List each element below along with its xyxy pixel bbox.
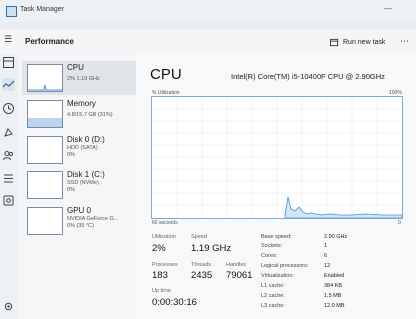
sidebar-item-detail: NVIDIA GeForce G... [67, 216, 119, 222]
sidebar-item-detail: 4.8/15.7 GB (31%) [67, 112, 113, 118]
processes-value: 183 [152, 270, 168, 281]
run-new-task-button[interactable]: Run new task [330, 38, 385, 47]
threads-value: 2435 [191, 270, 213, 281]
run-new-task-label: Run new task [343, 39, 386, 46]
cpu-utilization-graph [151, 96, 403, 219]
run-task-icon [330, 38, 339, 47]
spec-label: Virtualization: [261, 273, 294, 279]
handles-value: 79061 [226, 270, 253, 281]
spec-value: 384 KB [324, 283, 343, 289]
disk-0-thumbnail-graph [27, 136, 63, 164]
sidebar-item-disk-1[interactable]: Disk 1 (C:) SSD (NVMe) 0% [22, 168, 151, 202]
sidebar-item-detail: SSD (NVMe) [67, 180, 99, 186]
graph-canvas [152, 97, 403, 219]
utilization-value: 2% [152, 243, 166, 254]
spec-label: Logical processors: [261, 263, 309, 269]
services-icon[interactable] [2, 194, 15, 207]
app-history-icon[interactable] [2, 102, 15, 115]
spec-value: 2.90 GHz [324, 234, 348, 240]
sidebar-item-gpu-0[interactable]: GPU 0 NVIDIA GeForce G... 0% (35 °C) [22, 204, 151, 238]
app-title: Task Manager [20, 6, 64, 13]
memory-thumbnail-graph [27, 100, 63, 128]
speed-label: Speed [191, 234, 207, 240]
sidebar-item-memory[interactable]: Memory 4.8/15.7 GB (31%) [22, 97, 151, 131]
processes-icon[interactable] [2, 56, 15, 69]
hamburger-menu-icon[interactable]: ☰ [4, 34, 12, 45]
sidebar-item-detail: 0% (35 °C) [67, 223, 94, 229]
spec-value: 12 [324, 263, 331, 269]
spec-value: 1.5 MB [324, 293, 342, 299]
spec-value: Enabled [324, 273, 345, 279]
spec-value: 6 [324, 253, 328, 259]
gpu-0-thumbnail-graph [27, 207, 63, 235]
minimize-icon[interactable]: — [384, 4, 392, 13]
cpu-utilization-area [284, 196, 403, 219]
sidebar-item-detail: HDD (SATA) [67, 145, 98, 151]
task-manager-icon [6, 6, 17, 17]
sidebar-item-detail: 0% [67, 187, 75, 193]
sidebar-item-name: Disk 1 (C:) [67, 170, 105, 179]
more-options-icon[interactable]: ⋯ [400, 36, 409, 47]
sidebar-item-detail: 0% [67, 152, 75, 158]
startup-apps-icon[interactable] [2, 126, 15, 139]
processes-label: Processes [152, 262, 178, 268]
page-title: Performance [25, 37, 74, 46]
settings-gear-icon[interactable] [2, 300, 15, 313]
sidebar-item-name: Disk 0 (D:) [67, 135, 105, 144]
spec-value: 1 [324, 243, 328, 249]
sidebar-item-disk-0[interactable]: Disk 0 (D:) HDD (SATA) 0% [22, 133, 151, 167]
spec-value: 12.0 MB [324, 303, 345, 309]
utilization-label: Utilization [152, 234, 176, 240]
spec-label: L3 cache: [261, 303, 285, 309]
spec-label: Sockets: [261, 243, 283, 249]
spec-label: Base speed: [261, 234, 292, 240]
sidebar-item-name: CPU [67, 63, 84, 72]
spec-label: L1 cache: [261, 283, 285, 289]
disk-1-thumbnail-graph [27, 171, 63, 199]
performance-icon[interactable] [2, 78, 15, 91]
sidebar-item-cpu[interactable]: CPU 2% 1.19 GHz [22, 61, 151, 95]
cpu-thumbnail-graph [27, 64, 63, 92]
sidebar-item-name: Memory [67, 99, 96, 108]
title-bar: Task Manager — [0, 0, 416, 22]
nav-rail [0, 54, 19, 319]
sidebar-item-detail: 2% 1.19 GHz [67, 76, 100, 82]
details-icon[interactable] [2, 172, 15, 185]
threads-label: Threads [191, 262, 212, 268]
graph-grid [152, 97, 402, 218]
speed-value: 1.19 GHz [191, 243, 232, 254]
handles-label: Handles [226, 262, 247, 268]
sidebar-item-name: GPU 0 [67, 206, 92, 215]
spec-label: Cores: [261, 253, 278, 259]
graph-x-left-label: 60 seconds [152, 220, 178, 226]
uptime-value: 0:00:30:16 [152, 297, 197, 308]
cpu-model-name: Intel(R) Core(TM) i5-10400F CPU @ 2.90GH… [231, 72, 385, 81]
resource-title: CPU [150, 66, 182, 83]
uptime-label: Up time [152, 288, 171, 294]
spec-label: L2 cache: [261, 293, 285, 299]
graph-x-right-label: 0 [398, 220, 401, 226]
users-icon[interactable] [2, 149, 15, 162]
